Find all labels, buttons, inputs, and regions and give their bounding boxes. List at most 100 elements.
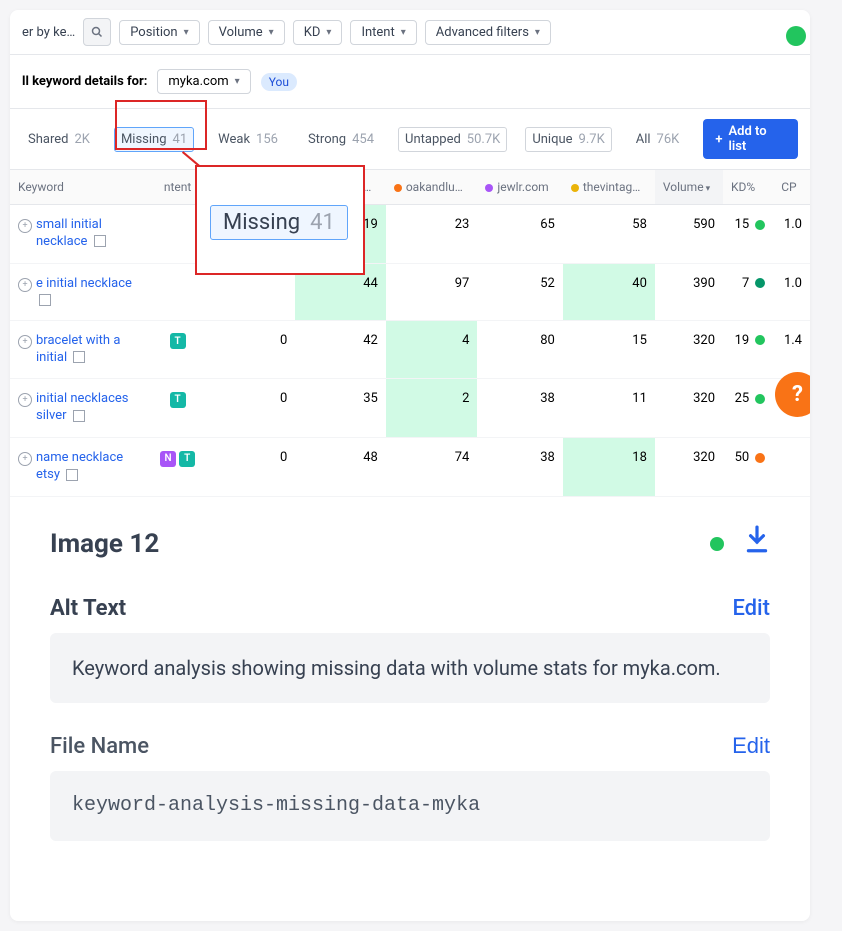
cell-cp: 1.0	[773, 205, 810, 264]
intent-badge-T: T	[170, 333, 186, 349]
cell-c3: 74	[386, 438, 478, 497]
filter-volume[interactable]: Volume	[208, 20, 285, 45]
download-icon[interactable]	[744, 525, 770, 562]
cell-keyword: name necklace etsy	[10, 438, 150, 497]
tab-unique-label: Unique	[532, 132, 572, 147]
col-keyword-label: Keyword	[18, 180, 64, 194]
cell-cp: 1.4	[773, 320, 810, 379]
alt-text-label: Alt Text	[50, 596, 126, 621]
col-thevintag[interactable]: thevintag…	[563, 170, 655, 205]
serp-icon[interactable]	[66, 469, 78, 481]
expand-icon[interactable]	[18, 219, 32, 233]
zoom-label: Missing	[223, 210, 300, 235]
col-volume[interactable]: Volume	[655, 170, 723, 205]
col-keyword[interactable]: Keyword	[10, 170, 150, 205]
tab-shared[interactable]: Shared2K	[22, 128, 96, 151]
serp-icon[interactable]	[39, 294, 51, 306]
tab-all-count: 76K	[657, 132, 680, 147]
search-keyword-fragment: er by ke…	[22, 25, 75, 40]
col-intent[interactable]: ntent	[150, 170, 205, 205]
cell-volume: 320	[655, 320, 723, 379]
alt-text-edit-link[interactable]: Edit	[732, 596, 770, 621]
keyword-link[interactable]: e initial necklace	[36, 276, 132, 291]
cell-intent	[150, 263, 205, 320]
tab-missing[interactable]: Missing 41	[114, 127, 194, 152]
keyword-link[interactable]: name necklace etsy	[36, 450, 123, 482]
tabs-row: Shared2K Missing 41 Weak156 Strong454 Unt…	[10, 109, 810, 170]
cell-kd: 7	[723, 263, 773, 320]
tab-unique[interactable]: Unique9.7K	[525, 127, 611, 152]
table-row: bracelet with a initial T04248015320191.…	[10, 320, 810, 379]
avatar-partial	[786, 26, 806, 46]
cell-kd: 15	[723, 205, 773, 264]
filename-label: File Name	[50, 734, 149, 759]
cell-kd: 25	[723, 379, 773, 438]
tab-weak-count: 156	[256, 132, 278, 147]
tab-missing-label: Missing	[121, 132, 167, 147]
cell-c2: 42	[295, 320, 385, 379]
cell-c4: 80	[477, 320, 563, 379]
cell-keyword: small initial necklace	[10, 205, 150, 264]
filename-edit-link[interactable]: Edit	[732, 733, 770, 759]
cell-cp	[773, 438, 810, 497]
cell-c4: 38	[477, 438, 563, 497]
filter-advanced[interactable]: Advanced filters	[425, 20, 551, 45]
cell-c2: 44	[295, 263, 385, 320]
expand-icon[interactable]	[18, 278, 32, 292]
col-onecklac[interactable]: onecklac…	[295, 170, 385, 205]
col-jewlr[interactable]: jewlr.com	[477, 170, 563, 205]
cell-kd: 19	[723, 320, 773, 379]
table-row: initial necklaces silver T03523811320251…	[10, 379, 810, 438]
site-select-label: myka.com	[168, 74, 228, 89]
filter-intent-label: Intent	[361, 25, 394, 40]
intent-badge-T: T	[170, 392, 186, 408]
filter-advanced-label: Advanced filters	[436, 25, 529, 40]
add-to-list-label: Add to list	[728, 124, 786, 154]
cell-cp: 1.0	[773, 263, 810, 320]
serp-icon[interactable]	[94, 235, 106, 247]
col-kd[interactable]: KD%	[723, 170, 773, 205]
cell-c4: 38	[477, 379, 563, 438]
filter-position[interactable]: Position	[119, 20, 199, 45]
you-badge: You	[261, 73, 297, 91]
cell-keyword: bracelet with a initial	[10, 320, 150, 379]
col-cp[interactable]: CP	[773, 170, 810, 205]
filter-kd-label: KD	[304, 25, 321, 40]
tab-untapped[interactable]: Untapped50.7K	[398, 127, 507, 152]
serp-icon[interactable]	[73, 351, 85, 363]
keyword-link[interactable]: small initial necklace	[36, 217, 102, 249]
filters-row: er by ke… Position Volume KD Intent Adva…	[10, 10, 810, 55]
tab-strong-label: Strong	[308, 132, 346, 147]
tab-missing-count: 41	[173, 132, 188, 147]
filename-value: keyword-analysis-missing-data-myka	[50, 771, 770, 841]
cell-keyword: e initial necklace	[10, 263, 150, 320]
dot-icon	[571, 184, 579, 192]
expand-icon[interactable]	[18, 452, 32, 466]
tab-strong[interactable]: Strong454	[302, 128, 380, 151]
site-select[interactable]: myka.com	[157, 69, 250, 94]
cell-c3: 23	[386, 205, 478, 264]
cell-c5: 15	[563, 320, 655, 379]
filter-intent[interactable]: Intent	[350, 20, 416, 45]
dot-icon	[213, 184, 221, 192]
expand-icon[interactable]	[18, 335, 32, 349]
col-myka[interactable]: myka.com	[205, 170, 295, 205]
cell-c3: 2	[386, 379, 478, 438]
dot-icon	[485, 184, 493, 192]
add-to-list-button[interactable]: Add to list	[703, 119, 798, 159]
cell-c5: 40	[563, 263, 655, 320]
serp-icon[interactable]	[73, 410, 85, 422]
alt-text-section-header: Alt Text Edit	[50, 596, 770, 621]
dot-icon	[394, 184, 402, 192]
search-icon-button[interactable]	[83, 18, 111, 46]
tab-all[interactable]: All76K	[630, 128, 686, 151]
col-jewlr-label: jewlr.com	[497, 180, 548, 194]
filter-kd[interactable]: KD	[293, 20, 343, 45]
col-thevintag-label: thevintag…	[583, 180, 640, 194]
cell-intent: T	[150, 320, 205, 379]
col-oakandlu[interactable]: oakandlu…	[386, 170, 478, 205]
tab-shared-count: 2K	[74, 132, 89, 147]
kd-dot-icon	[755, 278, 765, 288]
tab-weak[interactable]: Weak156	[212, 128, 284, 151]
expand-icon[interactable]	[18, 393, 32, 407]
